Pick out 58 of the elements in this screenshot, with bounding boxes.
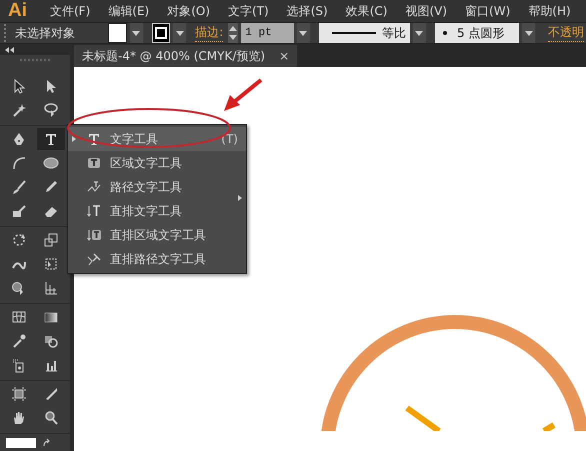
menu-item[interactable]: 对象(O) <box>158 2 220 20</box>
perspective-grid-icon <box>43 280 59 296</box>
pointer-arrow <box>224 78 262 111</box>
flyout-item[interactable]: 直排文字工具 <box>68 199 246 223</box>
magic-wand-icon <box>11 102 27 118</box>
menu-item[interactable]: 选择(S) <box>278 2 337 20</box>
blob-brush-icon <box>11 203 27 219</box>
fill-color-swatch[interactable] <box>6 438 36 448</box>
menu-item[interactable]: 效果(C) <box>336 2 396 20</box>
flyout-item[interactable]: 直排路径文字工具 <box>68 247 246 271</box>
arc-icon <box>11 155 27 171</box>
rotate-icon <box>11 232 27 248</box>
hand-icon <box>11 410 27 426</box>
tool-button[interactable] <box>37 128 65 150</box>
tear-off-arrow-icon[interactable] <box>238 195 242 201</box>
vertical-area-text-icon <box>86 227 102 243</box>
scale-icon <box>43 232 59 248</box>
lasso-icon <box>43 102 59 118</box>
artboard-icon <box>11 386 27 402</box>
menu-item[interactable]: 文字(T) <box>219 2 278 20</box>
flyout-item[interactable]: 直排区域文字工具 <box>68 223 246 247</box>
close-tab-button[interactable]: × <box>279 49 290 63</box>
current-tool-icon <box>72 136 76 142</box>
menu-item[interactable]: 文件(F) <box>41 2 100 20</box>
vertical-text-icon <box>86 203 102 219</box>
eyedropper-icon <box>11 333 27 349</box>
text-icon <box>86 131 102 147</box>
free-transform-icon <box>43 256 59 272</box>
stroke-label[interactable]: 描边: <box>195 24 224 42</box>
vertical-path-text-icon <box>86 251 102 267</box>
brush-dropdown[interactable]: 5 点圆形 <box>434 23 520 43</box>
pen-nib-icon <box>11 131 27 147</box>
selection-status: 未选择对象 <box>14 24 75 42</box>
document-title: 未标题-4* @ 400% (CMYK/预览) <box>82 48 266 64</box>
mesh-icon <box>11 309 27 325</box>
menu-item[interactable]: 视图(V) <box>396 2 456 20</box>
stepper-icon[interactable] <box>228 23 238 43</box>
stroke-profile-dropdown[interactable]: 等比 <box>318 23 410 43</box>
menu-item[interactable]: 窗口(W) <box>456 2 520 20</box>
opacity-label[interactable]: 不透明 <box>548 24 584 42</box>
app-logo: Ai <box>7 0 28 22</box>
text-icon <box>43 131 59 147</box>
collapse-icon[interactable] <box>5 46 14 52</box>
flyout-item[interactable]: 区域文字工具 <box>68 151 246 175</box>
menu-item[interactable]: 编辑(E) <box>99 2 158 20</box>
menu-item[interactable]: 帮助(H) <box>519 2 580 20</box>
document-tab[interactable]: 未标题-4* @ 400% (CMYK/预览) × <box>74 45 298 67</box>
swap-arrow-icon[interactable] <box>42 438 52 448</box>
pencil-icon <box>43 179 59 195</box>
stroke-swatch[interactable] <box>152 23 170 43</box>
flyout-item[interactable]: 路径文字工具 <box>68 175 246 199</box>
blend-icon <box>43 333 59 349</box>
fill-swatch[interactable] <box>108 23 127 43</box>
stroke-weight-field[interactable]: 1 pt <box>241 23 294 43</box>
ellipse-icon <box>43 155 59 171</box>
zoom-icon <box>43 410 59 426</box>
paintbrush-icon <box>11 179 27 195</box>
area-text-icon <box>86 155 102 171</box>
